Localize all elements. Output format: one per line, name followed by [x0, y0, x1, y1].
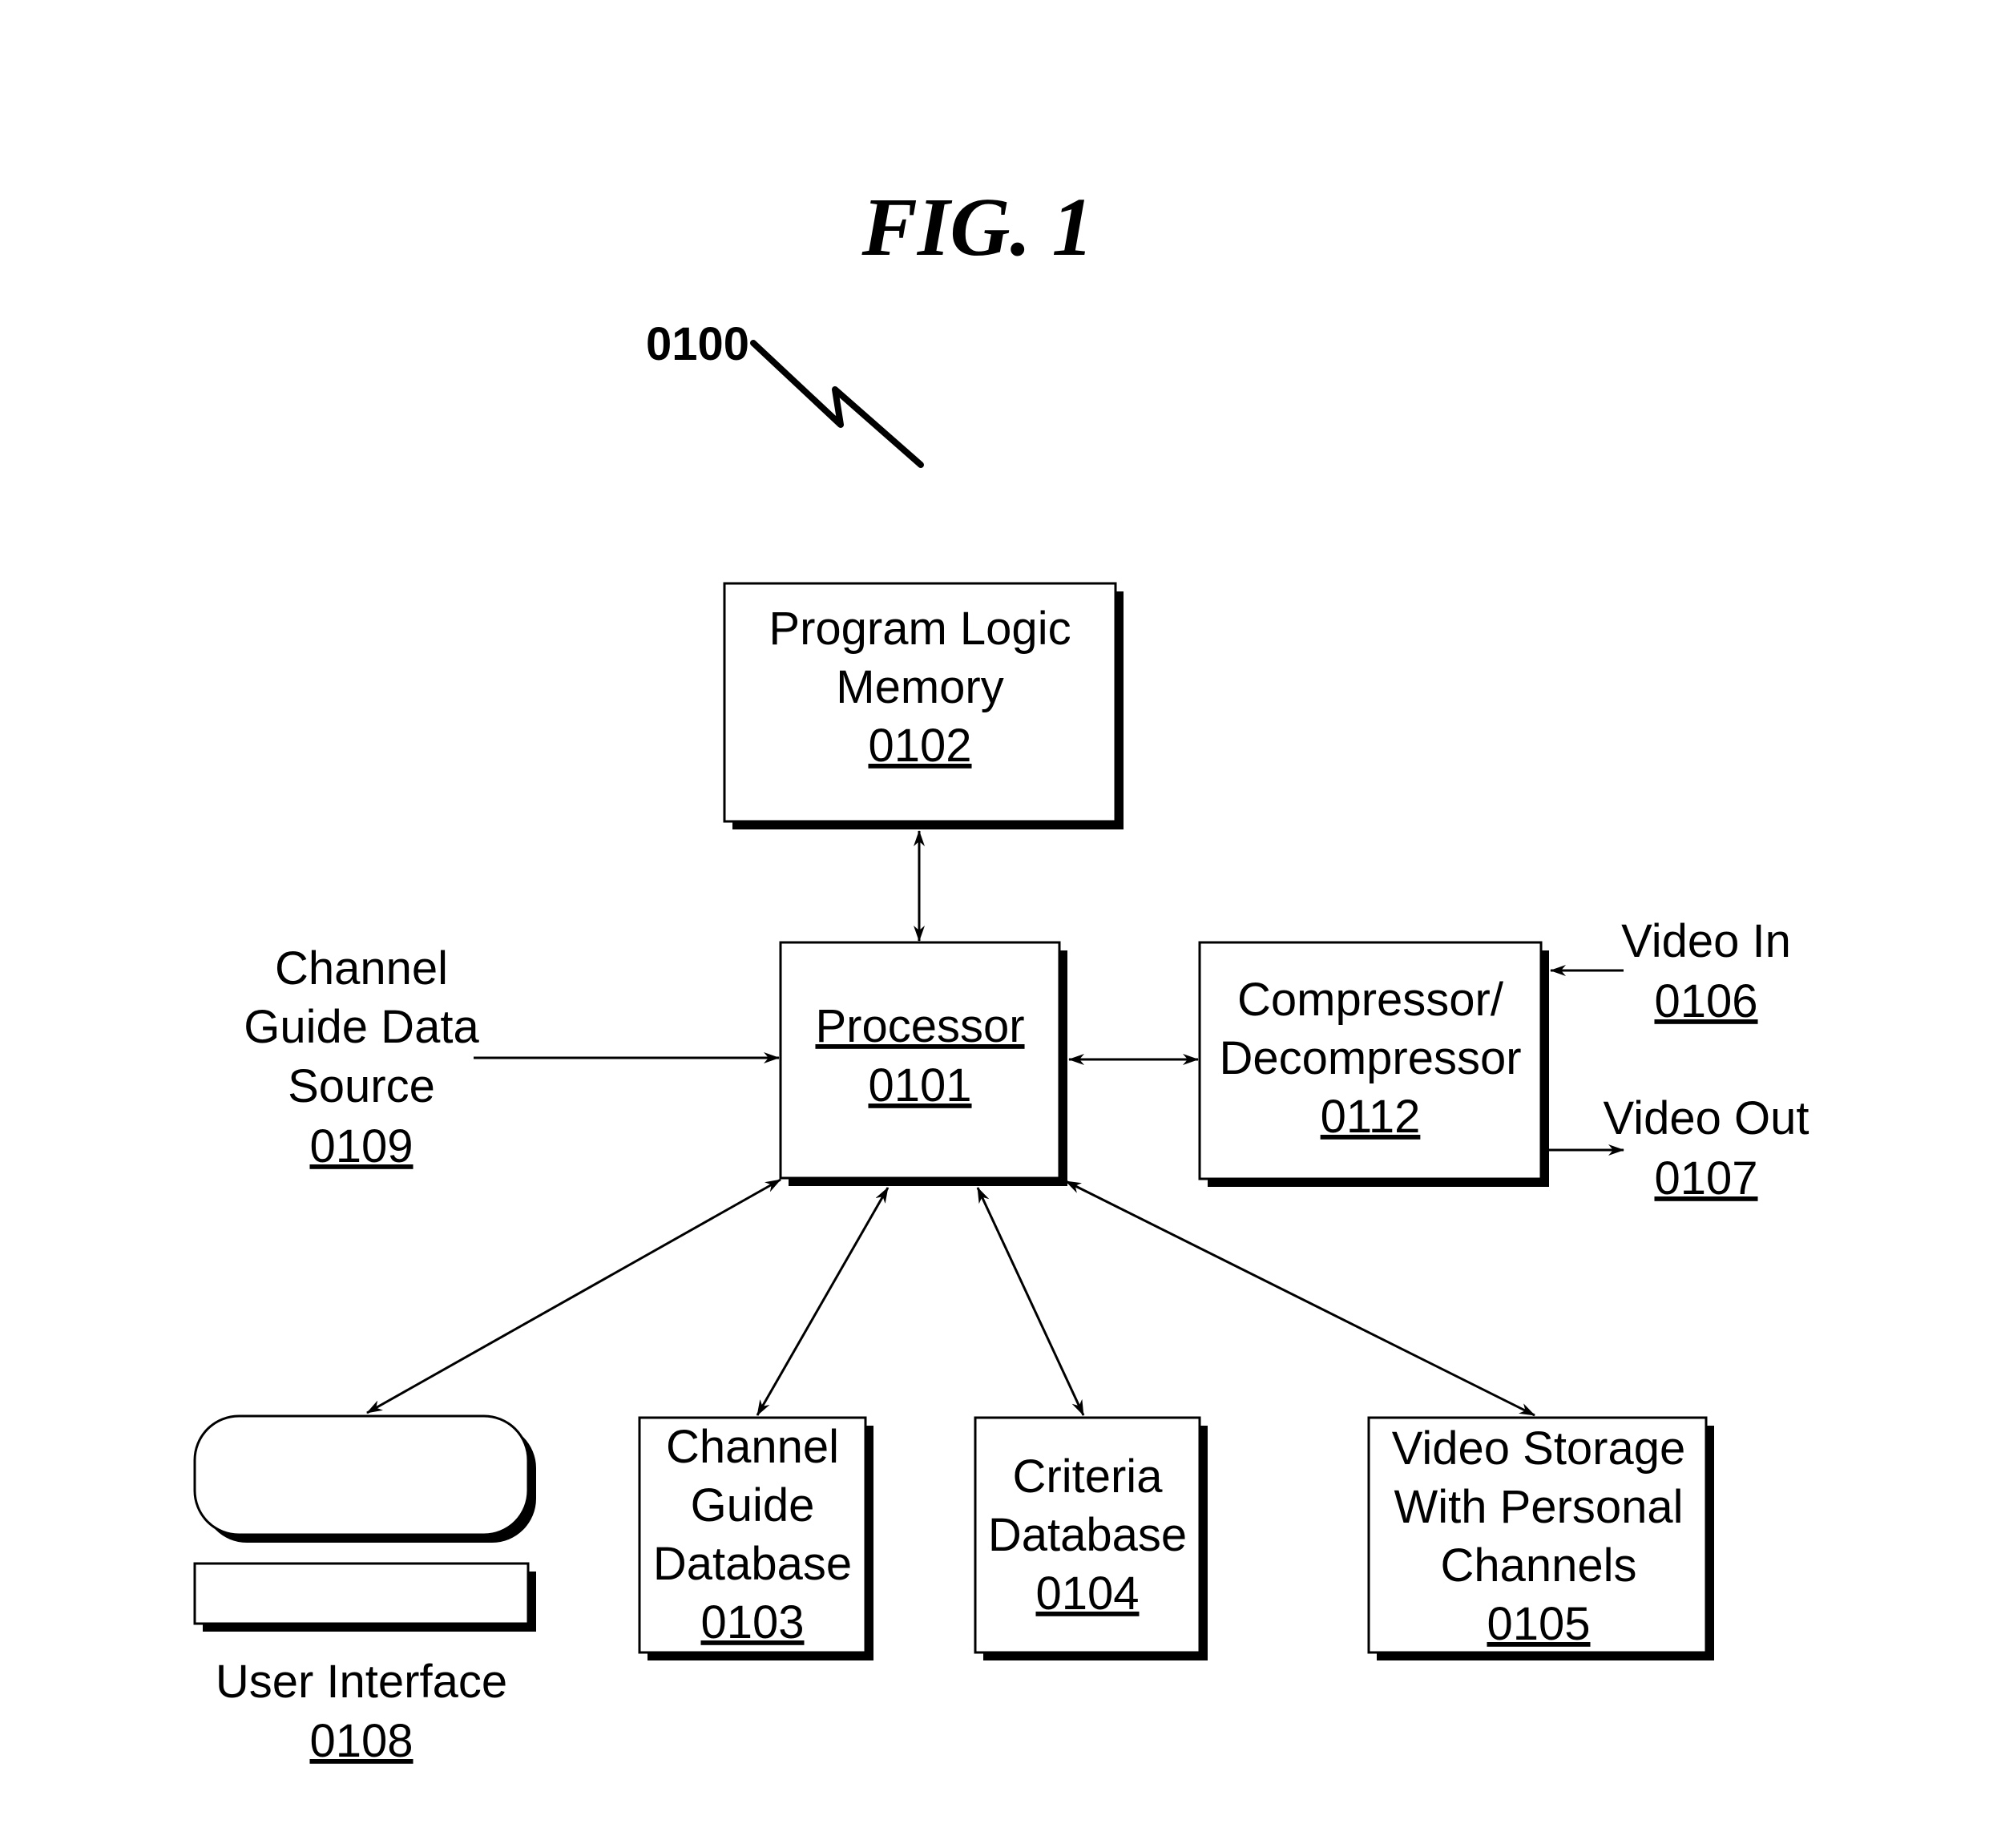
video-in: Video In 0106 [1621, 915, 1791, 1027]
program-logic-memory-label-line-2: Memory [836, 661, 1003, 713]
cgds-label-line-2: Guide Data [244, 1001, 479, 1053]
video-storage-label-line-2: With Personal [1394, 1481, 1683, 1533]
figure-reference: 0100 [646, 318, 749, 370]
video-in-label: Video In [1621, 915, 1791, 967]
video-storage-label-line-1: Video Storage [1392, 1422, 1686, 1475]
cgdb-label-line-3: Database [653, 1538, 852, 1590]
video-in-ref: 0106 [1654, 975, 1757, 1027]
video-storage-ref: 0105 [1487, 1598, 1590, 1650]
program-logic-memory-ref: 0102 [868, 720, 971, 772]
video-storage-box: Video Storage With Personal Channels 010… [1367, 1416, 1714, 1660]
block-diagram: FIG. 1 0100 Program Logic Memory 0102 Pr… [193, 181, 1809, 1767]
video-out-label: Video Out [1604, 1092, 1809, 1144]
user-interface-label: User Interface [216, 1656, 507, 1708]
cgds-ref: 0109 [309, 1120, 413, 1172]
arrow-processor-cgdb [756, 1187, 890, 1416]
criteria-label-line-2: Database [988, 1509, 1187, 1561]
arrow-processor-user-interface [366, 1178, 781, 1414]
compressor-label-line-1: Compressor/ [1237, 974, 1504, 1026]
compressor-ref: 0112 [1321, 1091, 1421, 1143]
channel-guide-database-box: Channel Guide Database 0103 [638, 1416, 873, 1660]
figure-title: FIG. 1 [861, 181, 1094, 273]
keyboard-icon [193, 1562, 530, 1625]
compressor-label-line-2: Decompressor [1219, 1032, 1521, 1084]
monitor-icon [193, 1414, 530, 1536]
video-out-ref: 0107 [1654, 1152, 1757, 1204]
arrow-processor-criteria [976, 1187, 1085, 1416]
user-interface-ref: 0108 [309, 1715, 413, 1767]
criteria-database-box: Criteria Database 0104 [974, 1416, 1208, 1660]
processor-ref: 0101 [868, 1059, 971, 1112]
video-storage-label-line-3: Channels [1440, 1539, 1636, 1592]
cgdb-label-line-2: Guide [691, 1479, 815, 1531]
cgds-label-line-1: Channel [275, 942, 448, 995]
cgds-label-line-3: Source [288, 1060, 435, 1112]
program-logic-memory-label-line-1: Program Logic [769, 603, 1071, 655]
processor-label: Processor [815, 1000, 1024, 1052]
cgdb-ref: 0103 [700, 1596, 804, 1648]
processor-box: Processor 0101 [779, 941, 1067, 1186]
criteria-ref: 0104 [1035, 1568, 1139, 1620]
arrow-processor-video-storage [1065, 1180, 1535, 1417]
video-out: Video Out 0107 [1604, 1092, 1809, 1204]
channel-guide-data-source: Channel Guide Data Source 0109 [244, 942, 479, 1172]
user-interface: User Interface 0108 [193, 1414, 536, 1767]
program-logic-memory-box: Program Logic Memory 0102 [723, 582, 1124, 829]
cgdb-label-line-1: Channel [666, 1421, 839, 1473]
criteria-label-line-1: Criteria [1013, 1451, 1164, 1503]
compressor-box: Compressor/ Decompressor 0112 [1198, 941, 1549, 1187]
reference-leader-line [750, 340, 924, 468]
